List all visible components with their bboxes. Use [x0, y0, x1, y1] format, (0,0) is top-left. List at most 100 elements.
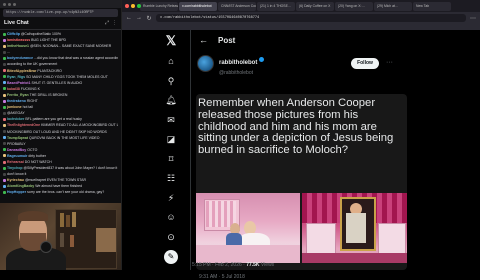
chat-badge-icon — [3, 105, 6, 109]
chat-text: SHUT IT. GENTILLES IN AUDIO — [31, 80, 83, 85]
browser-nav-bar: ← → ↻ x.com/rabbitholebot/status/1557094… — [122, 12, 480, 24]
chat-message[interactable]: Ryan_RigsSO MANY CHILD YGGS TOOK THEM MO… — [3, 74, 118, 80]
chat-menu-icon[interactable]: ⋮ — [112, 20, 117, 26]
chat-username[interactable]: AtomKingBaxby — [7, 184, 34, 188]
chat-badge-icon — [3, 172, 6, 176]
profile-icon[interactable]: ☺ — [163, 208, 179, 228]
chat-username[interactable]: TrumpSqwat — [7, 136, 28, 140]
window-minimize-icon[interactable] — [131, 4, 135, 8]
chat-header-actions: ⤢ ⋮ — [105, 20, 117, 26]
chat-text: BUG LIGHT THE BPD — [31, 38, 67, 43]
chat-text: PROBABLY — [7, 141, 26, 146]
browser-tab[interactable]: x.com/rabbitholebot — [179, 1, 217, 11]
quoted-image-card[interactable]: Remember when Anderson Cooper released t… — [196, 94, 407, 270]
window-close-icon[interactable] — [3, 2, 6, 6]
browser-tab[interactable]: Rumble Lunchy Release w/... — [140, 1, 178, 11]
chat-badge-icon — [3, 50, 6, 54]
chat-username[interactable]: BiteofApplesBear — [7, 69, 36, 73]
compose-post-button[interactable]: ✎ — [164, 250, 178, 264]
chat-message[interactable]: TheEnlightenedOneKIMMER READ TO ALL A MO… — [3, 122, 118, 128]
chat-username[interactable]: lochvicker — [7, 117, 24, 121]
chat-username[interactable]: Rageuumuir — [7, 154, 27, 158]
more-icon[interactable]: ⊙ — [163, 228, 179, 248]
address-bar[interactable]: x.com/rabbitholebot/status/1557094640870… — [156, 14, 466, 22]
reload-button[interactable]: ↻ — [146, 15, 152, 22]
chat-text: FUCKING K — [20, 86, 40, 91]
chat-badge-icon — [3, 56, 6, 60]
chat-username[interactable]: Cliffclip — [7, 32, 20, 36]
window-close-icon[interactable] — [125, 4, 129, 8]
post-time[interactable]: 5:15 PM · Feb 2, 2026 · — [192, 262, 246, 268]
chat-badge-icon — [3, 142, 6, 146]
back-button[interactable]: ← — [126, 15, 132, 21]
chat-username[interactable]: bodyendurance — [7, 56, 33, 60]
browser-tab[interactable]: (21) 1 in 4 THOSE... — [257, 1, 295, 11]
browser-tab[interactable]: New Tab — [413, 1, 451, 11]
chat-username[interactable]: lamistkrassss — [7, 38, 30, 42]
browser-tab[interactable]: (29) Mich at... — [374, 1, 412, 11]
back-arrow-icon[interactable]: ← — [199, 35, 208, 45]
post-detail-column: ← Post rabbitholebot @rabbitholebot Foll… — [190, 30, 411, 280]
author-name[interactable]: rabbitholebot — [219, 60, 257, 66]
grok-icon[interactable]: ◪ — [163, 130, 179, 150]
photo-painting[interactable] — [302, 193, 407, 263]
follow-button[interactable]: Follow — [351, 58, 379, 69]
chat-text: BFL pattern are you get a real husky — [25, 117, 82, 122]
chat-username[interactable]: DaneadBoy — [7, 148, 26, 152]
author-handle[interactable]: @rabbitholebot — [219, 70, 264, 76]
chat-username[interactable]: jumbone — [7, 105, 22, 109]
chat-username[interactable]: TheEnlightenedOne — [7, 123, 40, 127]
messages-icon[interactable]: ✉ — [163, 111, 179, 131]
chat-text: THE DRILL IS BROKEN — [29, 92, 68, 97]
chat-username[interactable]: HopHopper — [7, 190, 26, 194]
chat-text: We almost have them finished — [35, 184, 83, 189]
more-options-icon[interactable]: ··· — [386, 59, 393, 66]
bookmarks-icon[interactable]: ⌑ — [163, 150, 179, 170]
extensions-icon[interactable]: ⋯ — [470, 15, 476, 22]
chat-text: @SillyPresident837 it was about John May… — [23, 166, 118, 171]
chat-badge-icon — [3, 69, 6, 73]
popout-icon[interactable]: ⤢ — [105, 20, 109, 26]
avatar[interactable] — [197, 54, 214, 72]
chat-badge-icon — [3, 191, 6, 195]
window-minimize-icon[interactable] — [8, 2, 11, 6]
chat-username[interactable]: thedrakeno — [7, 99, 26, 103]
stream-url-bar[interactable]: https://rumble.com/live-pop-up/v4pN2i4OR… — [3, 9, 118, 17]
chat-username[interactable]: Tinychop — [7, 166, 23, 170]
x-logo-icon[interactable]: 𝕏 — [163, 30, 179, 52]
forward-button[interactable]: → — [136, 15, 142, 21]
window-zoom-icon[interactable] — [137, 4, 141, 8]
chat-username[interactable]: kukal38 — [7, 87, 20, 91]
chat-username[interactable]: Rehearsal — [7, 160, 24, 164]
chat-badge-icon — [3, 44, 6, 48]
chat-text: RIGHT — [26, 99, 38, 104]
chat-text: @CalhopotheStatic 100% — [20, 32, 61, 36]
chat-username[interactable]: imtheHouse1 — [7, 44, 29, 48]
chat-message[interactable]: MOCKINGBIRD OUT LOUD AND HE DIDN'T SKIP … — [3, 129, 118, 135]
verified-badge-icon — [259, 56, 265, 62]
right-sidebar — [410, 30, 480, 270]
window-zoom-icon[interactable] — [13, 2, 16, 6]
photo-mother-son[interactable] — [196, 193, 300, 263]
search-icon[interactable]: ⚲ — [163, 72, 179, 92]
home-icon[interactable]: ⌂ — [163, 52, 179, 72]
communities-icon[interactable]: ☷ — [163, 169, 179, 189]
chat-username[interactable]: Ferrito_Ryan — [7, 93, 29, 97]
premium-icon[interactable]: ⚡︎ — [163, 189, 179, 209]
chat-badge-icon — [3, 130, 6, 134]
browser-tab[interactable]: (20) Yang on X: ... — [335, 1, 373, 11]
chat-message[interactable]: imtheHouse1@SEN. NOONAN... SAME EXACT SA… — [3, 43, 118, 49]
notifications-icon[interactable]: 🔔︎ — [163, 91, 179, 111]
chat-badge-icon — [3, 123, 6, 127]
chat-message-list[interactable]: Cliffclip@CalhopotheStatic 100% lamistkra… — [0, 30, 121, 197]
chat-text: sorry are the bros. can't see your old d… — [27, 190, 105, 195]
browser-tab[interactable]: CNN/IST Anderson Coop... — [218, 1, 256, 11]
browser-tab[interactable]: (6) Daily Coffee on X — [296, 1, 334, 11]
chat-text: MOCKINGBIRD OUT LOUD AND HE DIDN'T SKIP … — [7, 129, 107, 134]
chat-username[interactable]: BasedPatriot1 — [7, 81, 31, 85]
chat-username[interactable]: Ryan_Rigs — [7, 75, 25, 79]
chat-username[interactable]: Kyriechau — [7, 178, 24, 182]
chat-message[interactable]: HopHoppersorry are the bros. can't see y… — [3, 189, 118, 195]
chat-text: PLANTACKIRO — [37, 68, 62, 73]
chat-badge-icon — [3, 38, 6, 42]
